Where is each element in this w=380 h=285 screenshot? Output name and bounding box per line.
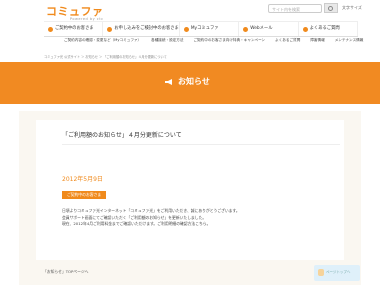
divider — [62, 144, 340, 145]
nav-item-prospective[interactable]: お申し込みをご検討中のお客さま — [103, 22, 180, 36]
nav-dot-icon — [243, 26, 249, 32]
main-nav: ご契約中のお客さま お申し込みをご検討中のお客さま Myコミュファ Webメール… — [44, 21, 359, 37]
nav-item-current-customers[interactable]: ご契約中のお客さま — [44, 22, 104, 36]
font-size-label: 文字サイズ — [342, 5, 362, 10]
category-tag: ご契約中のお客さま — [62, 191, 107, 199]
article-card: 「ご利用額のお知らせ」４月分更新について 2012年5月9日 ご契約中のお客さま… — [36, 120, 344, 260]
nav-dot-icon — [107, 26, 113, 32]
search-button[interactable] — [324, 3, 338, 13]
article-body: 日頃よりコミュファ光インターネット「コミュファ光」をご利用いただき、誠にありがと… — [62, 208, 240, 228]
subnav-outage[interactable]: 障害情報 — [310, 37, 324, 51]
subnav-maintenance[interactable]: メンテナンス情報 — [335, 37, 364, 51]
article-paragraph: 日頃よりコミュファ光インターネット「コミュファ光」をご利用いただき、誠にありがと… — [62, 208, 240, 213]
site-logo[interactable]: コミュファ Powered by ctc — [46, 3, 104, 21]
header: コミュファ Powered by ctc サイト内を検索 文字サイズ — [0, 0, 380, 21]
subnav-contract[interactable]: ご契約内容の確認・変更など（Myコミュファ） — [64, 37, 141, 51]
article-title: 「ご利用額のお知らせ」４月分更新について — [62, 132, 182, 139]
content-area: 「ご利用額のお知らせ」４月分更新について 2012年5月9日 ご契約中のお客さま… — [19, 111, 361, 285]
nav-item-faq[interactable]: よくあるご質問 — [299, 22, 359, 36]
nav-dot-icon — [302, 26, 308, 32]
nav-item-my-commufa[interactable]: Myコミュファ — [180, 22, 240, 36]
page-top-button[interactable]: ページトップへ — [314, 265, 360, 281]
back-to-news-link[interactable]: 「お知らせ」TOPページへ — [43, 269, 88, 275]
mascot-icon — [318, 269, 324, 276]
subnav-campaign[interactable]: ご契約中のお客さま向け特典・キャンペーン — [193, 37, 265, 51]
nav-dot-icon — [183, 26, 189, 32]
breadcrumb[interactable]: コミュファ光 公式サイト ＞ お知らせ ＞ 「ご利用額のお知らせ」４月分更新につ… — [44, 54, 167, 59]
megaphone-icon — [165, 79, 172, 85]
subnav-connection[interactable]: 各種接続・設定方法 — [151, 37, 183, 51]
sub-nav: ご契約内容の確認・変更など（Myコミュファ） 各種接続・設定方法 ご契約中のお客… — [64, 37, 363, 51]
search-input[interactable]: サイト内を検索 — [268, 4, 322, 13]
article-paragraph: 現在、2012年4月ご利用料金までご確認いただけます。ご利用明細の確認方法こちら… — [62, 221, 211, 226]
article-date: 2012年5月9日 — [62, 176, 103, 183]
page-banner: お知らせ — [0, 62, 380, 104]
subnav-faq[interactable]: よくあるご質問 — [275, 37, 300, 51]
nav-item-webmail[interactable]: Webメール — [239, 22, 299, 36]
page-title: お知らせ — [178, 77, 210, 86]
nav-dot-icon — [48, 26, 53, 32]
